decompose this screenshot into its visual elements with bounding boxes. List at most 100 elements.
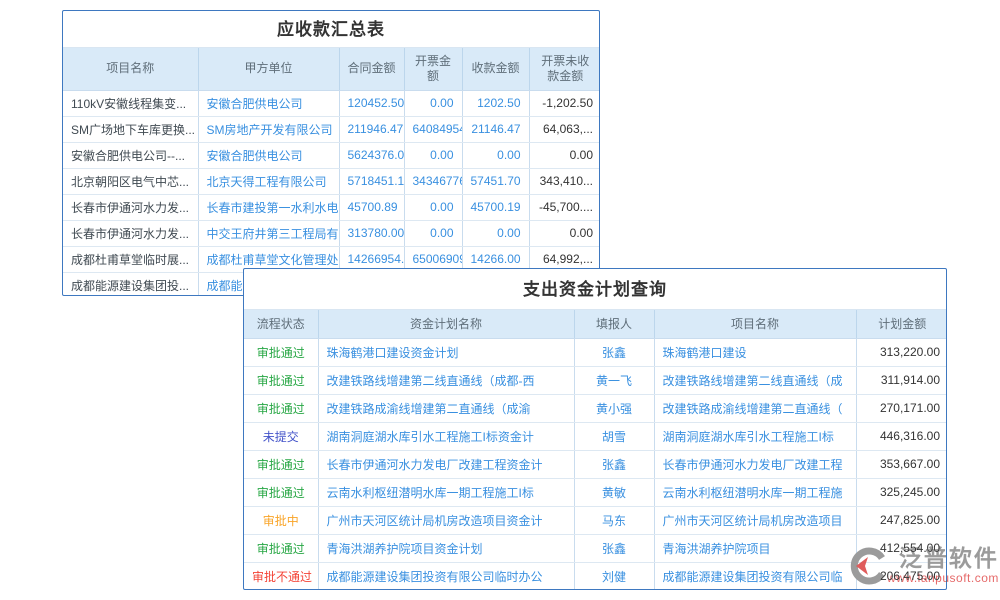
received-amount-cell: 57451.70 <box>462 168 529 194</box>
contract-amount-cell: 5718451.1 <box>339 168 404 194</box>
project-name-cell: 长春市伊通河水力发... <box>63 220 198 246</box>
table-row: 审批通过青海洪湖养护院项目资金计划张鑫青海洪湖养护院项目412,554.00 <box>244 534 947 562</box>
table-row: 长春市伊通河水力发...长春市建投第一水利水电45700.890.0045700… <box>63 194 600 220</box>
table-row: 审批通过改建铁路成渝线增建第二直通线（成渝黄小强改建铁路成渝线增建第二直通线（2… <box>244 394 947 422</box>
project-name-link[interactable]: 云南水利枢纽潜明水库一期工程施 <box>654 478 856 506</box>
invoiced-amount-cell: 0.00 <box>404 220 462 246</box>
reporter-name-link[interactable]: 马东 <box>574 506 654 534</box>
outstanding-amount-cell: 0.00 <box>529 220 600 246</box>
table-row: SM广场地下车库更换...SM房地产开发有限公司211946.476408495… <box>63 116 600 142</box>
expenditure-plan-query-table: 支出资金计划查询 流程状态资金计划名称填报人项目名称计划金额 审批通过珠海鹤港口… <box>243 268 947 590</box>
receivables-header-row: 项目名称甲方单位合同金额开票金额收款金额开票未收款金额 <box>63 48 600 90</box>
workflow-status-badge: 未提交 <box>244 422 318 450</box>
expenditure-column-header: 资金计划名称 <box>318 310 574 338</box>
table-row: 审批通过云南水利枢纽潜明水库一期工程施工I标黄敏云南水利枢纽潜明水库一期工程施3… <box>244 478 947 506</box>
project-name-cell: 成都杜甫草堂临时展... <box>63 246 198 272</box>
invoiced-amount-cell: 64084954 <box>404 116 462 142</box>
receivables-column-header: 开票金额 <box>404 48 462 90</box>
project-name-link[interactable]: 改建铁路成渝线增建第二直通线（ <box>654 394 856 422</box>
reporter-name-link[interactable]: 刘健 <box>574 562 654 590</box>
received-amount-cell: 21146.47 <box>462 116 529 142</box>
client-name-link[interactable]: 北京天得工程有限公司 <box>198 168 339 194</box>
contract-amount-cell: 120452.50 <box>339 90 404 116</box>
invoiced-amount-cell: 0.00 <box>404 142 462 168</box>
receivables-column-header: 项目名称 <box>63 48 198 90</box>
fund-plan-name-link[interactable]: 广州市天河区统计局机房改造项目资金计 <box>318 506 574 534</box>
table-row: 审批通过珠海鹤港口建设资金计划张鑫珠海鹤港口建设313,220.00 <box>244 338 947 366</box>
reporter-name-link[interactable]: 张鑫 <box>574 534 654 562</box>
receivables-column-header: 收款金额 <box>462 48 529 90</box>
fund-plan-name-link[interactable]: 云南水利枢纽潜明水库一期工程施工I标 <box>318 478 574 506</box>
fund-plan-name-link[interactable]: 青海洪湖养护院项目资金计划 <box>318 534 574 562</box>
planned-amount-cell: 247,825.00 <box>856 506 947 534</box>
expenditure-column-header: 项目名称 <box>654 310 856 338</box>
received-amount-cell: 0.00 <box>462 220 529 246</box>
planned-amount-cell: 206,475.00 <box>856 562 947 590</box>
receivables-summary-table: 应收款汇总表 项目名称甲方单位合同金额开票金额收款金额开票未收款金额 110kV… <box>62 10 600 296</box>
fund-plan-name-link[interactable]: 珠海鹤港口建设资金计划 <box>318 338 574 366</box>
reporter-name-link[interactable]: 胡雪 <box>574 422 654 450</box>
planned-amount-cell: 311,914.00 <box>856 366 947 394</box>
workflow-status-badge: 审批通过 <box>244 478 318 506</box>
reporter-name-link[interactable]: 张鑫 <box>574 338 654 366</box>
table-row: 审批中广州市天河区统计局机房改造项目资金计马东广州市天河区统计局机房改造项目24… <box>244 506 947 534</box>
workflow-status-badge: 审批通过 <box>244 366 318 394</box>
workflow-status-badge: 审批通过 <box>244 338 318 366</box>
project-name-link[interactable]: 青海洪湖养护院项目 <box>654 534 856 562</box>
fund-plan-name-link[interactable]: 湖南洞庭湖水库引水工程施工I标资金计 <box>318 422 574 450</box>
outstanding-amount-cell: -45,700.... <box>529 194 600 220</box>
table-row: 110kV安徽线程集变...安徽合肥供电公司120452.500.001202.… <box>63 90 600 116</box>
planned-amount-cell: 325,245.00 <box>856 478 947 506</box>
expenditure-column-header: 填报人 <box>574 310 654 338</box>
workflow-status-badge: 审批通过 <box>244 534 318 562</box>
invoiced-amount-cell: 34346776 <box>404 168 462 194</box>
workflow-status-badge: 审批不通过 <box>244 562 318 590</box>
table-row: 审批通过改建铁路线增建第二线直通线（成都-西黄一飞改建铁路线增建第二线直通线（成… <box>244 366 947 394</box>
fund-plan-name-link[interactable]: 改建铁路线增建第二线直通线（成都-西 <box>318 366 574 394</box>
table-row: 安徽合肥供电公司--...安徽合肥供电公司5624376.00.000.000.… <box>63 142 600 168</box>
client-name-link[interactable]: 中交王府井第三工程局有 <box>198 220 339 246</box>
reporter-name-link[interactable]: 黄一飞 <box>574 366 654 394</box>
workflow-status-badge: 审批通过 <box>244 394 318 422</box>
fund-plan-name-link[interactable]: 改建铁路成渝线增建第二直通线（成渝 <box>318 394 574 422</box>
project-name-cell: SM广场地下车库更换... <box>63 116 198 142</box>
contract-amount-cell: 5624376.0 <box>339 142 404 168</box>
expenditure-header-row: 流程状态资金计划名称填报人项目名称计划金额 <box>244 310 947 338</box>
project-name-link[interactable]: 成都能源建设集团投资有限公司临 <box>654 562 856 590</box>
fund-plan-name-link[interactable]: 长春市伊通河水力发电厂改建工程资金计 <box>318 450 574 478</box>
fund-plan-name-link[interactable]: 成都能源建设集团投资有限公司临时办公 <box>318 562 574 590</box>
receivables-column-header: 合同金额 <box>339 48 404 90</box>
contract-amount-cell: 211946.47 <box>339 116 404 142</box>
table-row: 未提交湖南洞庭湖水库引水工程施工I标资金计胡雪湖南洞庭湖水库引水工程施工I标44… <box>244 422 947 450</box>
client-name-link[interactable]: 安徽合肥供电公司 <box>198 90 339 116</box>
invoiced-amount-cell: 0.00 <box>404 90 462 116</box>
outstanding-amount-cell: 64,063,... <box>529 116 600 142</box>
reporter-name-link[interactable]: 黄小强 <box>574 394 654 422</box>
client-name-link[interactable]: SM房地产开发有限公司 <box>198 116 339 142</box>
project-name-link[interactable]: 广州市天河区统计局机房改造项目 <box>654 506 856 534</box>
contract-amount-cell: 313780.00 <box>339 220 404 246</box>
planned-amount-cell: 353,667.00 <box>856 450 947 478</box>
project-name-cell: 安徽合肥供电公司--... <box>63 142 198 168</box>
expenditure-table: 流程状态资金计划名称填报人项目名称计划金额 审批通过珠海鹤港口建设资金计划张鑫珠… <box>244 310 947 590</box>
project-name-cell: 成都能源建设集团投... <box>63 272 198 296</box>
project-name-link[interactable]: 珠海鹤港口建设 <box>654 338 856 366</box>
expenditure-table-title: 支出资金计划查询 <box>244 269 946 310</box>
project-name-link[interactable]: 长春市伊通河水力发电厂改建工程 <box>654 450 856 478</box>
planned-amount-cell: 412,554.00 <box>856 534 947 562</box>
received-amount-cell: 1202.50 <box>462 90 529 116</box>
reporter-name-link[interactable]: 黄敏 <box>574 478 654 506</box>
project-name-link[interactable]: 改建铁路线增建第二线直通线（成 <box>654 366 856 394</box>
table-row: 长春市伊通河水力发...中交王府井第三工程局有313780.000.000.00… <box>63 220 600 246</box>
outstanding-amount-cell: 0.00 <box>529 142 600 168</box>
client-name-link[interactable]: 安徽合肥供电公司 <box>198 142 339 168</box>
outstanding-amount-cell: -1,202.50 <box>529 90 600 116</box>
project-name-link[interactable]: 湖南洞庭湖水库引水工程施工I标 <box>654 422 856 450</box>
client-name-link[interactable]: 长春市建投第一水利水电 <box>198 194 339 220</box>
planned-amount-cell: 313,220.00 <box>856 338 947 366</box>
project-name-cell: 110kV安徽线程集变... <box>63 90 198 116</box>
table-row: 北京朝阳区电气中芯...北京天得工程有限公司5718451.1343467765… <box>63 168 600 194</box>
reporter-name-link[interactable]: 张鑫 <box>574 450 654 478</box>
received-amount-cell: 0.00 <box>462 142 529 168</box>
workflow-status-badge: 审批通过 <box>244 450 318 478</box>
